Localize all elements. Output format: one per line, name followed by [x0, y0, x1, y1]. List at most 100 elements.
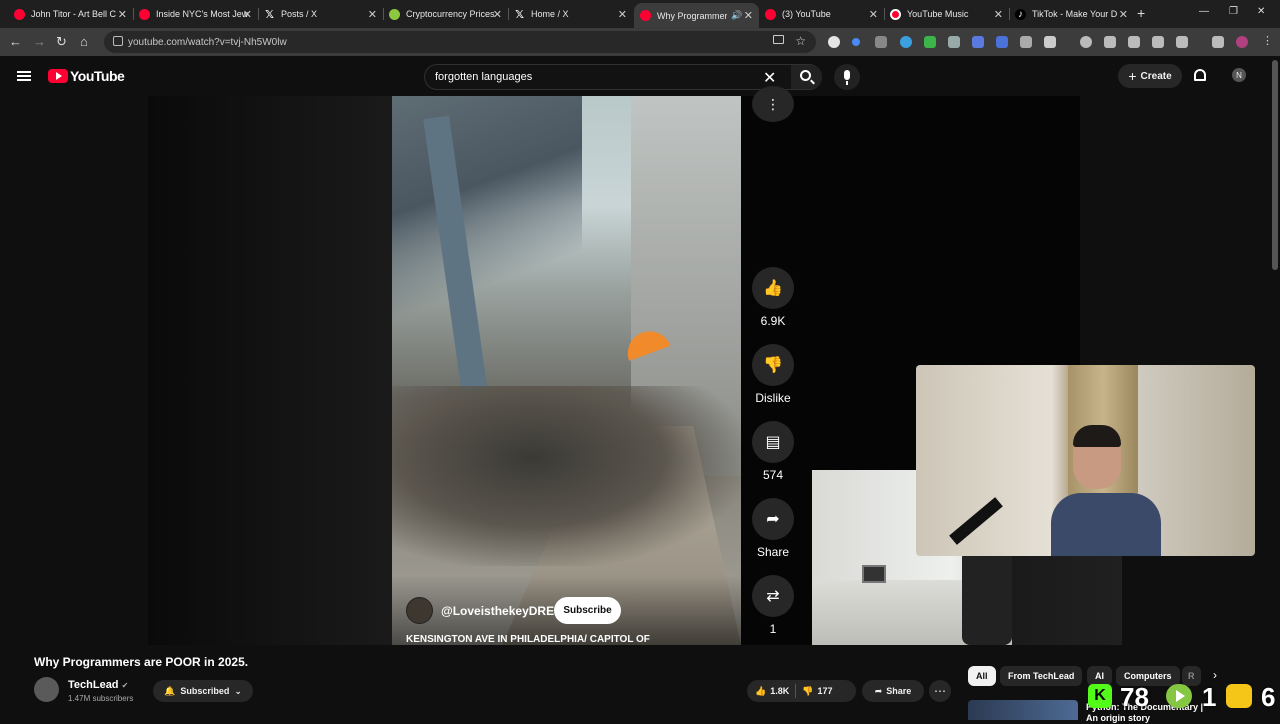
extension-icon[interactable] [924, 36, 936, 48]
code-icon[interactable] [1128, 36, 1140, 48]
browser-tab[interactable]: ♪ TikTok - Make Your D ✕ [1009, 3, 1134, 25]
browser-tab[interactable]: 𝕏 Posts / X ✕ [258, 3, 383, 25]
tab-title: Why Programmers [657, 10, 727, 21]
url-text: youtube.com/watch?v=tvj-Nh5W0lw [128, 36, 287, 48]
subscribed-button[interactable]: 🔔 Subscribed ⌄ [153, 680, 253, 702]
clear-search-icon[interactable]: ✕ [763, 68, 776, 88]
youtube-icon [640, 10, 651, 21]
close-icon[interactable]: ✕ [243, 8, 252, 21]
glasses-logo-icon [1226, 684, 1252, 708]
share-arrow-icon[interactable]: ➦ [752, 498, 794, 540]
chip-ai[interactable]: AI [1087, 666, 1112, 686]
sidepanel-icon[interactable] [1176, 36, 1188, 48]
chip-more[interactable]: R [1182, 666, 1201, 686]
close-icon[interactable]: ✕ [618, 8, 627, 21]
search-button[interactable] [791, 65, 822, 89]
history-icon[interactable] [1080, 36, 1092, 48]
short-more-options-icon[interactable]: ⋮ [752, 86, 794, 122]
extension-icon[interactable] [996, 36, 1008, 48]
page-scrollbar[interactable] [1272, 60, 1278, 270]
extension-icon[interactable] [828, 36, 840, 48]
extension-icon[interactable] [900, 36, 912, 48]
voice-search-icon[interactable] [834, 64, 860, 90]
channel-name[interactable]: TechLead ✔ [68, 679, 128, 691]
like-button[interactable]: 👍 1.8K [747, 686, 789, 697]
extension-icon[interactable] [948, 36, 960, 48]
chip-all[interactable]: All [968, 666, 996, 686]
youtube-logo-icon[interactable] [48, 69, 68, 83]
close-icon[interactable]: ✕ [869, 8, 878, 21]
remix-icon[interactable]: ⇄ [752, 575, 794, 617]
embedded-short-video[interactable] [392, 96, 741, 645]
chrome-menu-icon[interactable]: ⋮ [1262, 34, 1274, 47]
hamburger-menu-icon[interactable] [17, 71, 31, 81]
browser-tab[interactable]: Inside NYC's Most Jew ✕ [133, 3, 258, 25]
related-video-thumbnail[interactable] [968, 700, 1078, 720]
share-label: Share [886, 686, 912, 696]
media-controls-icon[interactable] [1212, 36, 1224, 48]
chip-label: AI [1095, 671, 1104, 681]
home-icon[interactable]: ⌂ [80, 34, 88, 49]
back-icon[interactable]: ← [9, 34, 22, 49]
short-channel-name[interactable]: @LoveisthekeyDRE [441, 604, 554, 618]
search-input[interactable]: forgotten languages [435, 71, 532, 83]
short-channel-avatar[interactable] [406, 597, 433, 624]
browser-tab[interactable]: 𝕏 Home / X ✕ [508, 3, 633, 25]
address-bar[interactable]: youtube.com/watch?v=tvj-Nh5W0lw ☆ [104, 31, 816, 53]
dislike-count: 177 [817, 686, 833, 696]
chip-label: All [976, 671, 988, 681]
comment-icon[interactable]: ▤ [752, 421, 794, 463]
forward-icon[interactable]: → [33, 34, 46, 49]
short-like-count: 6.9K [760, 314, 786, 328]
tab-strip: John Titor - Art Bell C ✕ Inside NYC's M… [0, 0, 1280, 28]
close-icon[interactable]: ✕ [493, 8, 502, 21]
kick-logo-icon: K [1088, 684, 1112, 708]
short-subscribe-button[interactable]: Subscribe [554, 597, 621, 624]
thumbs-up-icon[interactable]: 👍 [752, 267, 794, 309]
notifications-bell-icon[interactable] [1194, 69, 1206, 81]
extension-icon[interactable] [1020, 36, 1032, 48]
share-button[interactable]: ➦ Share [862, 680, 924, 702]
close-icon[interactable]: ✕ [1119, 8, 1128, 21]
dislike-button[interactable]: 👎 177 [802, 686, 832, 697]
browser-tab[interactable]: Cryptocurrency Prices ✕ [383, 3, 508, 25]
reload-icon[interactable]: ↻ [56, 34, 67, 50]
close-icon[interactable]: ✕ [118, 8, 127, 21]
youtube-logo-text[interactable]: YouTube [70, 68, 125, 84]
extensions-puzzle-icon[interactable] [1044, 36, 1056, 48]
browser-tab[interactable]: John Titor - Art Bell C ✕ [8, 3, 133, 25]
close-icon[interactable]: ✕ [994, 8, 1003, 21]
cast-icon[interactable] [773, 35, 784, 44]
browser-tab[interactable]: (3) YouTube ✕ [759, 3, 884, 25]
site-info-icon[interactable] [113, 36, 123, 46]
player-background [148, 96, 392, 645]
new-tab-button[interactable]: + [1137, 5, 1145, 21]
short-dislike-label: Dislike [755, 391, 791, 405]
speaker-icon[interactable]: 🔊 [731, 10, 742, 21]
webcam-overlay-streamer [916, 365, 1255, 556]
extension-icon[interactable] [852, 38, 860, 46]
extension-icon[interactable] [972, 36, 984, 48]
reading-list-icon[interactable] [1152, 36, 1164, 48]
account-avatar[interactable]: N [1232, 68, 1246, 82]
minimize-icon[interactable]: — [1199, 6, 1209, 17]
more-actions-icon[interactable]: ⋯ [929, 680, 951, 702]
close-window-icon[interactable]: ✕ [1257, 6, 1265, 17]
extension-icon[interactable] [875, 36, 887, 48]
browser-tab[interactable]: YouTube Music ✕ [884, 3, 1009, 25]
restore-icon[interactable]: ❐ [1229, 6, 1238, 17]
thumbs-down-icon[interactable]: 👎 [752, 344, 794, 386]
channel-name-text: TechLead [68, 679, 119, 691]
browser-tab-active[interactable]: Why Programmers 🔊 ✕ [634, 3, 759, 28]
close-icon[interactable]: ✕ [368, 8, 377, 21]
short-dislike-group: 👎 Dislike [752, 344, 794, 405]
create-button[interactable]: + Create [1118, 64, 1182, 88]
chip-from-techlead[interactable]: From TechLead [1000, 666, 1083, 686]
profile-avatar[interactable] [1236, 36, 1248, 48]
bookmark-star-icon[interactable]: ☆ [795, 34, 806, 48]
youtube-header: YouTube forgotten languages ✕ + Create N [0, 56, 1280, 96]
search-box[interactable]: forgotten languages ✕ [424, 64, 822, 90]
extension-icon[interactable] [1104, 36, 1116, 48]
channel-avatar[interactable] [34, 677, 59, 702]
close-icon[interactable]: ✕ [744, 9, 753, 22]
